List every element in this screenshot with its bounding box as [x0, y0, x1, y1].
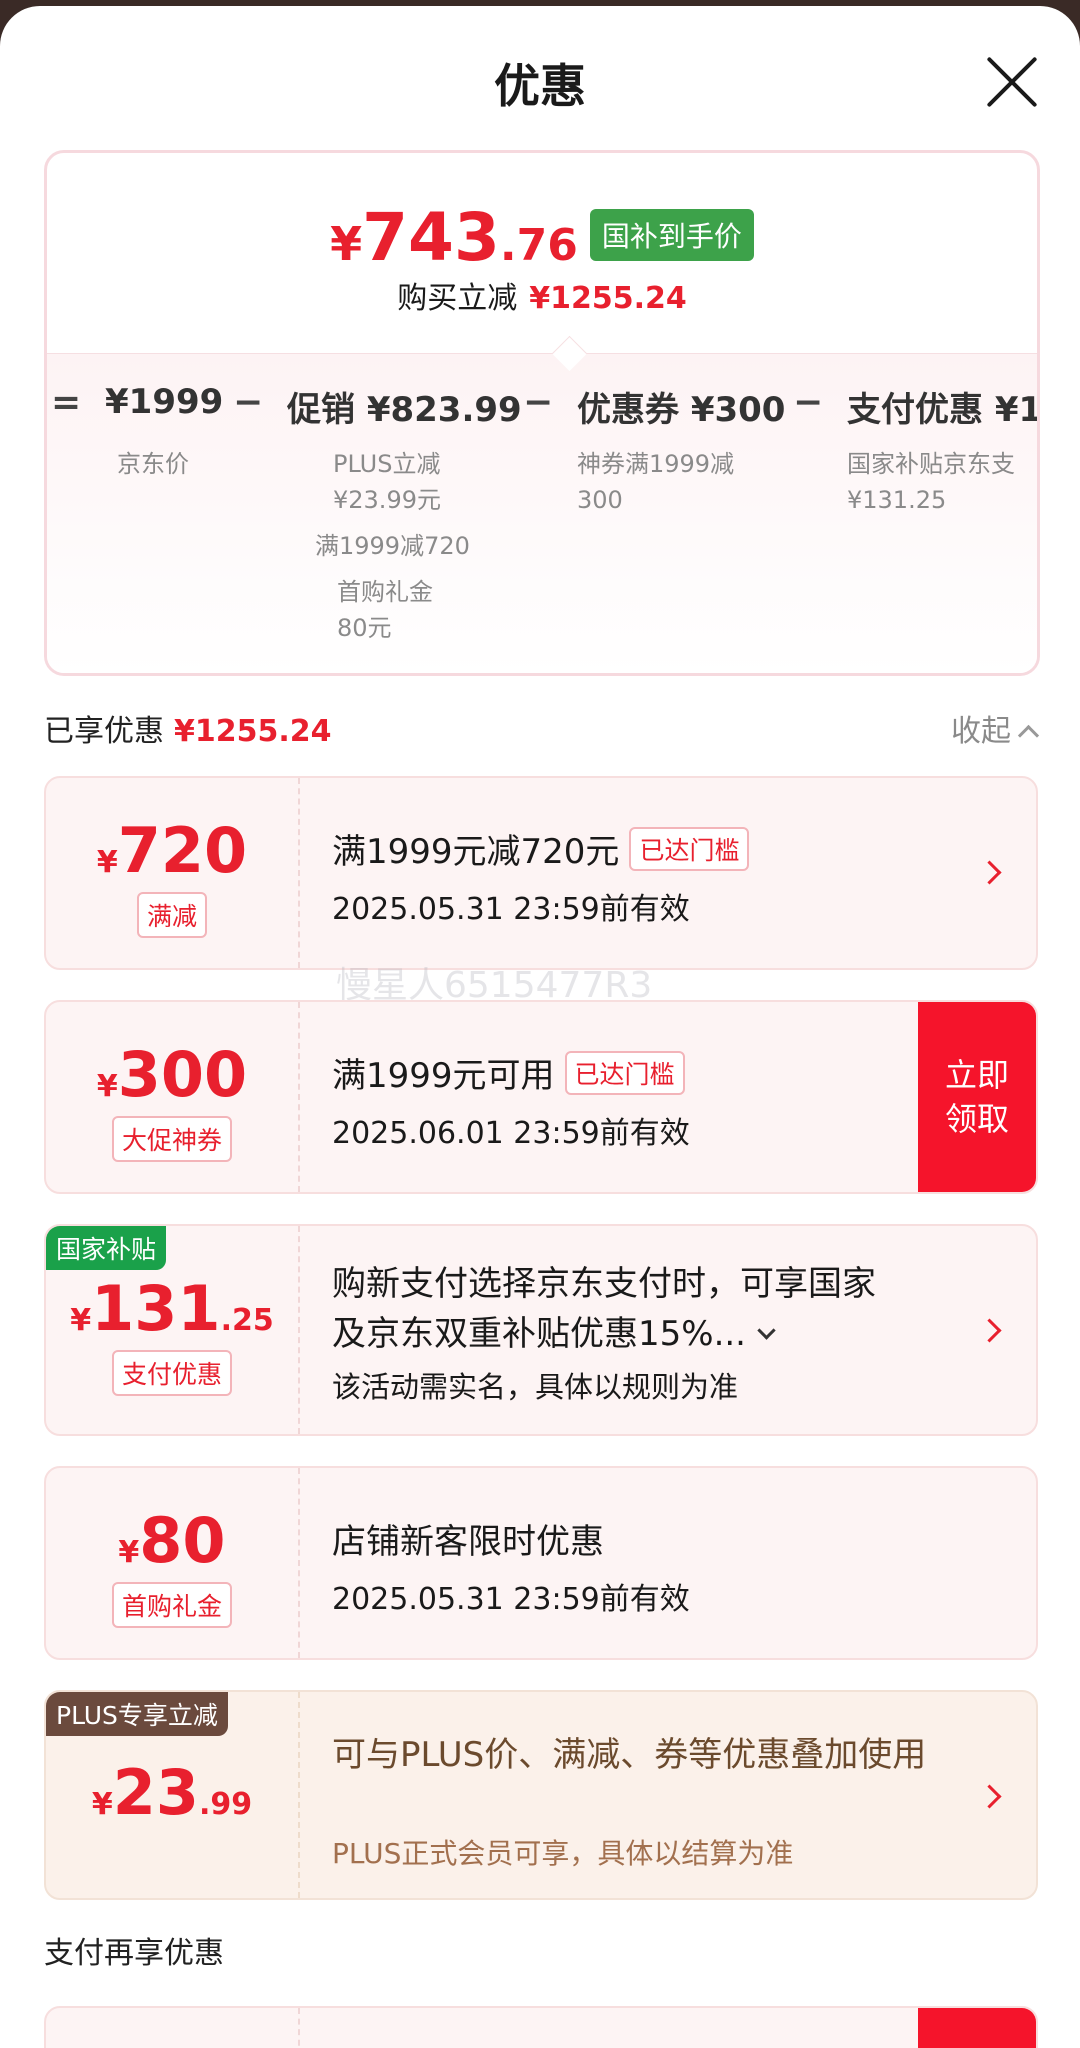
amount-decimal: .99: [199, 1787, 253, 1822]
coupon-amount: ¥131.25: [46, 1272, 298, 1345]
threshold-reached-badge: 已达门槛: [564, 1051, 685, 1095]
promo-detail: 满1999减720: [315, 532, 470, 560]
pay-more-discount-title: 支付再享优惠: [44, 1936, 224, 1971]
price-breakdown: = ¥1999 京东价 − 促销 ¥823.99 PLUS立减 ¥23.99元 …: [47, 353, 1040, 673]
coupon-detail: 神券满1999减: [577, 450, 735, 478]
breakdown-jd-price-label: 京东价: [117, 450, 189, 478]
sheet-title: 优惠: [494, 59, 586, 113]
coupon-amount: ¥720: [46, 814, 298, 887]
claim-now-label: 立即 领取: [944, 1056, 1009, 1138]
promo-detail: ¥23.99元: [333, 486, 441, 514]
price-currency: ¥: [330, 217, 363, 271]
coupon-amount: ¥80: [46, 1504, 298, 1577]
amount-number: 23: [112, 1756, 199, 1829]
price-summary-card: ¥743.76 国补到手价 购买立减 ¥1255.24 = ¥1999 京东价 − …: [44, 150, 1040, 676]
coupon-validity: 2025.06.01 23:59前有效: [332, 1116, 690, 1151]
enjoyed-discount: 已享优惠 ¥1255.24: [44, 706, 332, 750]
collapse-button[interactable]: 收起: [951, 706, 1040, 750]
coupon-type-badge: 大促神券: [111, 1116, 233, 1162]
price-integer: 743: [362, 199, 500, 276]
coupon-card-full-reduction[interactable]: ¥720 满减 满1999元减720元 已达门槛 2025.05.31 23:59…: [44, 776, 1038, 970]
price-decimal: .76: [499, 220, 578, 271]
discount-sheet: 优惠 ¥743.76 国补到手价 购买立减 ¥1255.24 = ¥1999 京东价…: [0, 6, 1080, 2048]
amount-number: 300: [117, 1038, 248, 1111]
minus-operator: −: [233, 382, 264, 423]
coupon-title: 满1999元减720元 已达门槛: [332, 824, 750, 873]
reduce-label: 购买立减: [397, 281, 518, 316]
plus-exclusive-badge: PLUS专享立减: [46, 1692, 228, 1736]
payment-detail: ¥131.25: [847, 486, 947, 514]
chevron-right-icon: [977, 1784, 1002, 1809]
coupon-note: 该活动需实名，具体以规则为准: [332, 1370, 739, 1404]
coupon-card-partial[interactable]: [44, 2006, 1038, 2048]
coupon-title-text: 满1999元减720元: [332, 832, 620, 872]
coupon-title: 满1999元可用 已达门槛: [332, 1048, 685, 1097]
coupon-desc-line2-text: 及京东双重补贴优惠15%...: [332, 1314, 746, 1354]
coupon-desc-line1: 购新支付选择京东支付时，可享国家: [332, 1264, 876, 1304]
coupon-type-badge: 满减: [136, 892, 208, 938]
coupon-validity: 2025.05.31 23:59前有效: [332, 892, 690, 927]
coupon-card-plus[interactable]: ¥23.99 PLUS专享立减 可与PLUS价、满减、券等优惠叠加使用 PLUS…: [44, 1690, 1038, 1900]
chevron-up-icon: [1017, 724, 1040, 747]
coupon-title-text: 满1999元可用: [332, 1056, 555, 1096]
plus-note: PLUS正式会员可享，具体以结算为准: [332, 1837, 794, 1870]
chevron-down-icon[interactable]: [757, 1321, 776, 1340]
minus-operator: −: [523, 382, 554, 423]
breakdown-coupon: 优惠券 ¥300: [577, 390, 786, 430]
coupon-amount: ¥23.99: [46, 1756, 298, 1829]
minus-operator: −: [793, 382, 824, 423]
amount-decimal: .25: [220, 1303, 274, 1338]
amount-number: 80: [139, 1504, 226, 1577]
threshold-reached-badge: 已达门槛: [629, 827, 750, 871]
breakdown-promo: 促销 ¥823.99: [287, 390, 522, 430]
enjoyed-label: 已享优惠: [44, 714, 164, 749]
promo-detail: 首购礼金: [337, 578, 433, 606]
close-icon[interactable]: [984, 54, 1040, 110]
coupon-desc-line2[interactable]: 及京东双重补贴优惠15%...: [332, 1306, 776, 1355]
amount-number: 720: [117, 814, 248, 887]
coupon-amount-panel: ¥80 首购礼金: [46, 1468, 300, 1658]
coupon-amount-panel: ¥720 满减: [46, 778, 300, 968]
coupon-type-badge: 首购礼金: [111, 1582, 233, 1628]
coupon-detail: 300: [577, 486, 623, 514]
amount-currency: ¥: [96, 845, 118, 880]
claim-now-button[interactable]: 立即 领取: [918, 1002, 1036, 1192]
coupon-amount: ¥300: [46, 1038, 298, 1111]
promo-detail: 80元: [337, 614, 392, 642]
amount-currency: ¥: [96, 1069, 118, 1104]
reduce-value: ¥1255.24: [529, 281, 687, 316]
coupon-card-payment[interactable]: ¥131.25 支付优惠 国家补贴 购新支付选择京东支付时，可享国家 及京东双重…: [44, 1224, 1038, 1436]
coupon-card-first-purchase[interactable]: ¥80 首购礼金 店铺新客限时优惠 2025.05.31 23:59前有效: [44, 1466, 1038, 1660]
breakdown-payment: 支付优惠 ¥13: [847, 390, 1040, 430]
collapse-label: 收起: [951, 714, 1011, 749]
amount-currency: ¥: [118, 1535, 140, 1570]
enjoyed-value: ¥1255.24: [174, 714, 332, 749]
coupon-card-big-promo[interactable]: ¥300 大促神券 满1999元可用 已达门槛 2025.06.01 23:59前…: [44, 1000, 1038, 1194]
final-price: ¥743.76 国补到手价: [47, 199, 1037, 276]
amount-currency: ¥: [70, 1303, 92, 1338]
amount-number: 131: [91, 1272, 221, 1345]
coupon-amount-panel: ¥300 大促神券: [46, 1002, 300, 1192]
coupon-validity: 2025.05.31 23:59前有效: [332, 1582, 690, 1617]
chevron-right-icon: [977, 1318, 1002, 1343]
reduce-row: 购买立减 ¥1255.24: [47, 273, 1037, 317]
breakdown-jd-price: ¥1999: [105, 382, 224, 422]
coupon-type-badge: 支付优惠: [111, 1350, 233, 1396]
coupon-title: 店铺新客限时优惠: [332, 1522, 604, 1562]
plus-desc: 可与PLUS价、满减、券等优惠叠加使用: [332, 1735, 927, 1775]
gov-subsidy-price-tag: 国补到手价: [589, 209, 754, 261]
coupon-amount-panel: [46, 2008, 300, 2048]
promo-detail: PLUS立减: [333, 450, 441, 478]
equals-operator: =: [51, 382, 82, 423]
claim-now-button[interactable]: [918, 2008, 1036, 2048]
amount-currency: ¥: [91, 1787, 113, 1822]
chevron-right-icon: [977, 860, 1002, 885]
payment-detail: 国家补贴京东支: [847, 450, 1015, 478]
gov-subsidy-badge: 国家补贴: [46, 1226, 167, 1270]
